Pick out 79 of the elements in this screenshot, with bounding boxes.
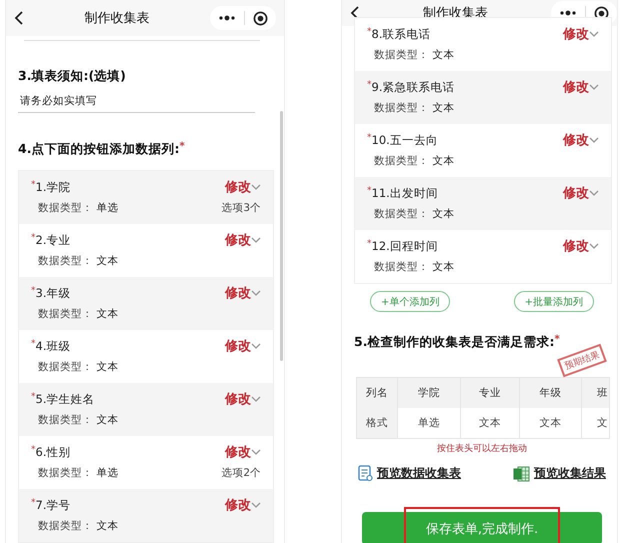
edit-link[interactable]: 修改	[225, 390, 251, 408]
table-header: 班	[582, 378, 609, 408]
edit-link[interactable]: 修改	[225, 443, 251, 461]
edit-link[interactable]: 修改	[563, 78, 589, 96]
add-column-button[interactable]: +单个添加列	[370, 291, 450, 312]
column-name: *6.性别	[31, 444, 70, 460]
spreadsheet-icon[interactable]	[513, 466, 530, 482]
scrollbar[interactable]	[280, 111, 283, 361]
column-name: *2.专业	[31, 232, 70, 248]
data-type: 数据类型： 文本	[374, 260, 454, 274]
add-column-button[interactable]: +批量添加列	[514, 291, 594, 312]
column-name: *4.班级	[31, 338, 70, 354]
chevron-down-icon[interactable]	[251, 502, 261, 508]
column-name: *10.五一去向	[367, 132, 438, 148]
notice-field[interactable]: 请务必如实填写	[18, 93, 255, 113]
column-name: *9.紧急联系电话	[367, 80, 454, 94]
preview-link[interactable]: 预览数据收集表	[377, 465, 461, 482]
data-type: 数据类型： 文本	[374, 48, 454, 62]
section-heading: 3.填表须知:(选填)	[18, 68, 127, 85]
table-header: 年级	[520, 378, 582, 408]
option-count: 选项2个	[221, 466, 261, 480]
option-count: 选项3个	[221, 201, 261, 215]
data-type: 数据类型： 文本	[38, 519, 118, 533]
chevron-down-icon[interactable]	[589, 136, 599, 144]
chevron-down-icon[interactable]	[589, 190, 599, 196]
data-type: 数据类型： 文本	[38, 307, 118, 321]
more-icon[interactable]	[559, 10, 577, 16]
table-header: 专业	[460, 378, 520, 408]
data-type: 数据类型： 文本	[374, 207, 454, 221]
table-header: 学院	[398, 378, 460, 408]
column-name: *8.联系电话	[367, 26, 430, 42]
chevron-down-icon[interactable]	[251, 236, 261, 244]
chevron-down-icon[interactable]	[251, 448, 261, 456]
edit-link[interactable]: 修改	[563, 237, 589, 255]
table-cell: 单选	[398, 408, 460, 438]
edit-link[interactable]: 修改	[225, 496, 251, 514]
edit-link[interactable]: 修改	[225, 284, 251, 302]
document-icon[interactable]	[358, 465, 373, 482]
chevron-down-icon[interactable]	[589, 84, 599, 90]
column-name: *5.学生姓名	[31, 392, 94, 406]
data-type: 数据类型： 文本	[38, 360, 118, 374]
data-type: 数据类型： 文本	[374, 101, 454, 115]
column-name: *11.出发时间	[367, 186, 438, 200]
chevron-down-icon[interactable]	[251, 290, 261, 296]
data-type: 数据类型： 单选	[38, 201, 118, 215]
chevron-down-icon[interactable]	[251, 342, 261, 350]
column-name: *7.学号	[31, 498, 70, 512]
edit-link[interactable]: 修改	[225, 337, 251, 355]
column-name: *3.年级	[31, 286, 70, 300]
chevron-down-icon[interactable]	[251, 396, 261, 402]
table-cell: 文本	[520, 408, 582, 438]
edit-link[interactable]: 修改	[563, 131, 589, 149]
edit-link[interactable]: 修改	[225, 178, 251, 196]
data-type: 数据类型： 文本	[38, 413, 118, 427]
table-cell: 格式	[357, 408, 398, 438]
drag-hint: 按住表头可以左右拖动	[436, 442, 528, 455]
column-name: *12.回程时间	[367, 238, 438, 254]
column-name: *1.学院	[31, 180, 70, 194]
section-heading: 4.点下面的按钮添加数据列:*	[18, 141, 186, 158]
chevron-down-icon[interactable]	[589, 30, 599, 38]
chevron-down-icon[interactable]	[251, 184, 261, 190]
table-header: 列名	[357, 378, 398, 408]
edit-link[interactable]: 修改	[563, 25, 589, 43]
save-button[interactable]: 保存表单,完成制作.	[362, 512, 602, 543]
data-type: 数据类型： 文本	[38, 254, 118, 268]
data-type: 数据类型： 单选	[38, 466, 118, 480]
edit-link[interactable]: 修改	[225, 231, 251, 249]
stamp: 预期结果	[557, 344, 607, 378]
table-cell: 文	[582, 408, 609, 438]
record-icon[interactable]	[253, 10, 268, 26]
page-title: 制作收集表	[84, 10, 150, 27]
chevron-down-icon[interactable]	[589, 242, 599, 250]
back-icon[interactable]	[350, 6, 360, 20]
table-cell: 文本	[460, 408, 520, 438]
data-type: 数据类型： 文本	[374, 154, 454, 168]
preview-link[interactable]: 预览收集结果	[534, 465, 606, 482]
back-icon[interactable]	[14, 11, 24, 25]
edit-link[interactable]: 修改	[563, 184, 589, 202]
more-icon[interactable]	[218, 15, 236, 21]
